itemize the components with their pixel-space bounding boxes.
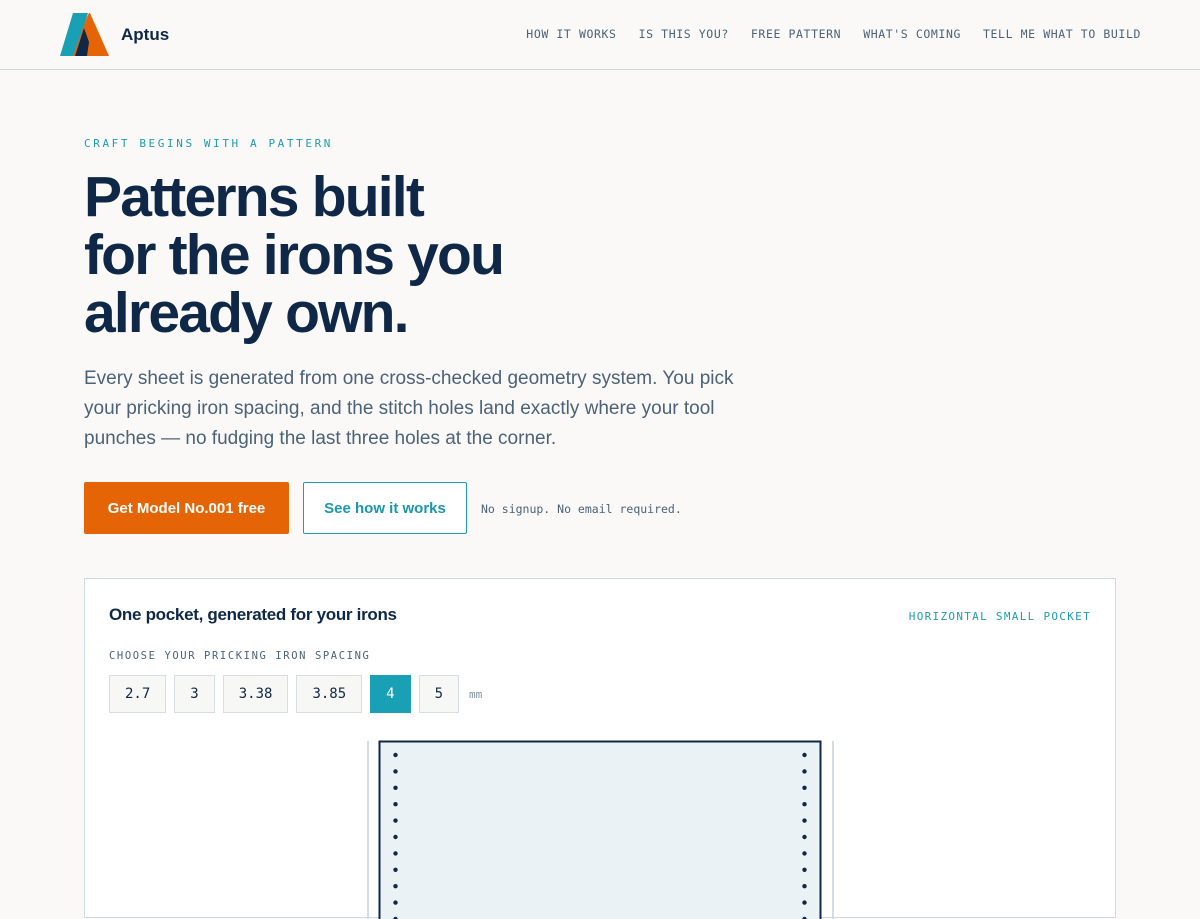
- lede-line: Every sheet is generated from one cross-…: [84, 364, 754, 394]
- hero-headline: Patterns built for the irons you already…: [84, 168, 644, 342]
- aptus-logo-icon: [60, 13, 109, 56]
- stitch-hole: [393, 900, 397, 904]
- stitch-hole: [393, 769, 397, 773]
- nav-how-it-works[interactable]: HOW IT WORKS: [526, 27, 616, 41]
- brand-link[interactable]: Aptus: [60, 13, 169, 56]
- pocket-panel: [380, 742, 821, 919]
- pattern-generator-card: One pocket, generated for your irons HOR…: [84, 578, 1116, 918]
- stitch-hole: [802, 769, 806, 773]
- stitch-hole: [393, 835, 397, 839]
- stitch-hole: [393, 753, 397, 757]
- main-nav: HOW IT WORKS IS THIS YOU? FREE PATTERN W…: [504, 27, 1141, 41]
- stitch-hole: [393, 786, 397, 790]
- stitch-hole: [393, 818, 397, 822]
- site-header: Aptus HOW IT WORKS IS THIS YOU? FREE PAT…: [0, 0, 1200, 70]
- nav-whats-coming[interactable]: WHAT'S COMING: [863, 27, 961, 41]
- stitch-hole: [393, 884, 397, 888]
- lede-line: punches — no fudging the last three hole…: [84, 424, 754, 454]
- hero-eyebrow: CRAFT BEGINS WITH A PATTERN: [84, 137, 333, 150]
- nav-free-pattern[interactable]: FREE PATTERN: [751, 27, 841, 41]
- see-how-it-works-button[interactable]: See how it works: [303, 482, 467, 534]
- stitch-hole: [802, 753, 806, 757]
- headline-line: for the irons you: [84, 226, 644, 284]
- nav-tell-me-what-to-build[interactable]: TELL ME WHAT TO BUILD: [983, 27, 1141, 41]
- lede-line: your pricking iron spacing, and the stit…: [84, 394, 754, 424]
- nav-is-this-you[interactable]: IS THIS YOU?: [639, 27, 729, 41]
- get-free-model-button[interactable]: Get Model No.001 free: [84, 482, 289, 534]
- stitch-hole: [802, 900, 806, 904]
- pocket-pattern-preview: [85, 579, 1115, 919]
- stitch-hole: [393, 868, 397, 872]
- brand-name: Aptus: [121, 25, 169, 45]
- stitch-hole: [802, 835, 806, 839]
- stitch-hole: [802, 868, 806, 872]
- stitch-hole: [802, 818, 806, 822]
- stitch-hole: [802, 851, 806, 855]
- cta-note: No signup. No email required.: [481, 502, 682, 516]
- hero-lede: Every sheet is generated from one cross-…: [84, 364, 754, 454]
- stitch-hole: [802, 786, 806, 790]
- stitch-hole: [802, 884, 806, 888]
- stitch-hole: [802, 802, 806, 806]
- headline-line: Patterns built: [84, 168, 644, 226]
- stitch-hole: [393, 851, 397, 855]
- headline-line: already own.: [84, 284, 644, 342]
- stitch-hole: [393, 802, 397, 806]
